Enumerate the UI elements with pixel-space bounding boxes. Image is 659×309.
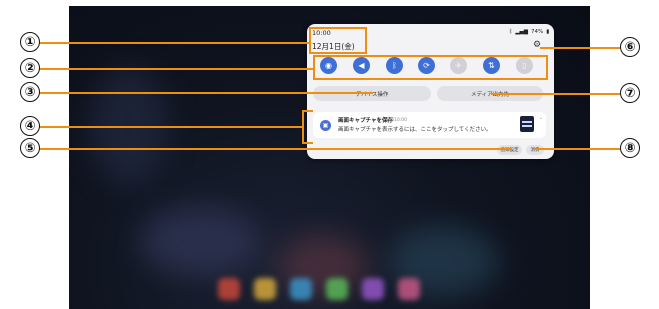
callout-line-5 — [39, 148, 511, 150]
callout-1: ① — [20, 32, 40, 52]
callout-8: ⑧ — [620, 138, 640, 158]
screenshot-app-icon: ▣ — [320, 120, 331, 131]
app-icon — [362, 278, 384, 300]
highlight-box-clock — [309, 27, 367, 54]
callout-2: ② — [20, 58, 40, 78]
highlight-bracket-notification — [302, 110, 313, 144]
battery-percent: 74% — [531, 29, 544, 35]
callout-line-4 — [39, 126, 303, 128]
notification-body: 画面キャプチャを表示するには、ここをタップしてください。 — [338, 127, 492, 133]
notification-time: 午前10:00 — [385, 117, 407, 123]
clear-button[interactable]: 消去 — [526, 145, 544, 155]
callout-line-2 — [39, 68, 314, 70]
callout-line-8 — [535, 148, 620, 150]
status-bar: ᛒ ▂▄▆ 74% ▮ — [509, 29, 549, 35]
callout-6: ⑥ — [620, 37, 640, 57]
chevron-down-icon[interactable]: ⌄ — [539, 115, 543, 121]
battery-icon: ▮ — [546, 29, 550, 35]
callout-line-3 — [39, 92, 373, 94]
callout-5: ⑤ — [20, 138, 40, 158]
callout-7: ⑦ — [620, 83, 640, 103]
callout-3: ③ — [20, 82, 40, 102]
app-icon — [218, 278, 240, 300]
signal-icon: ▂▄▆ — [515, 29, 529, 35]
app-dock — [179, 278, 459, 300]
callout-line-6 — [540, 47, 620, 49]
app-icon — [398, 278, 420, 300]
wallpaper-blur — [139, 206, 259, 276]
highlight-box-quick-settings — [313, 55, 548, 80]
app-icon — [290, 278, 312, 300]
callout-4: ④ — [20, 116, 40, 136]
app-icon — [254, 278, 276, 300]
callout-line-1 — [39, 42, 310, 44]
bluetooth-status-icon: ᛒ — [509, 29, 513, 35]
screenshot-thumbnail — [520, 116, 534, 132]
app-icon — [326, 278, 348, 300]
notification-settings-button[interactable]: 通知設定 — [497, 145, 522, 155]
callout-line-7 — [491, 93, 620, 95]
